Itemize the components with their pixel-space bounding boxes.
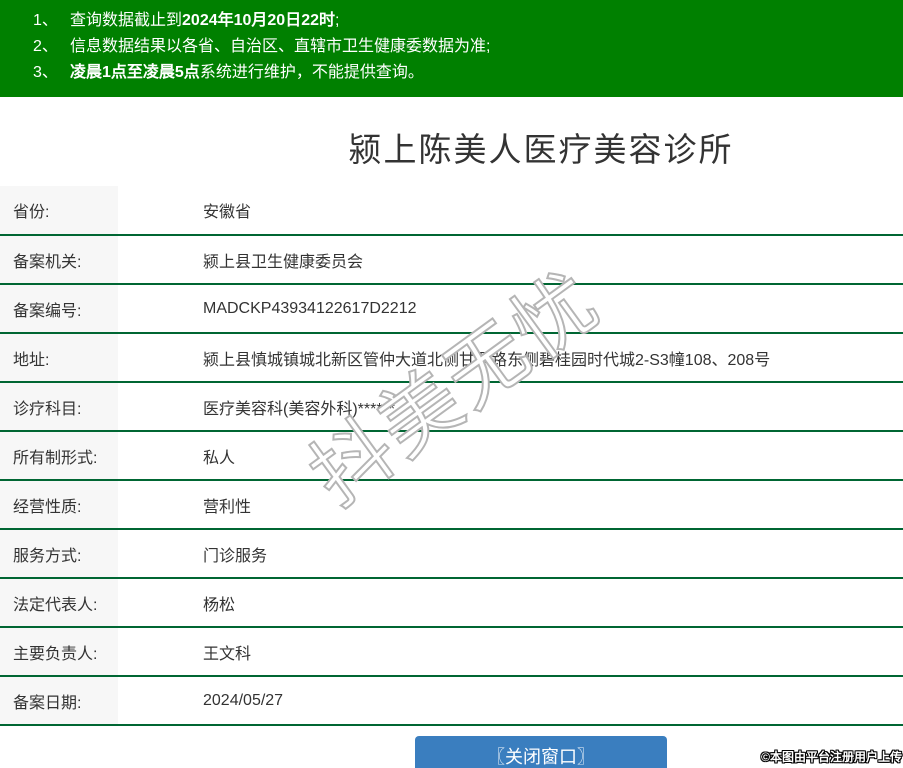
table-row: 诊疗科目: 医疗美容科(美容外科)****** [0, 382, 903, 431]
row-label-filing-authority: 备案机关: [0, 235, 118, 284]
table-row: 主要负责人: 王文科 [0, 627, 903, 676]
row-label-ownership-form: 所有制形式: [0, 431, 118, 480]
table-row: 所有制形式: 私人 [0, 431, 903, 480]
row-value-service-mode: 门诊服务 [203, 547, 268, 565]
row-label-address: 地址: [0, 333, 118, 382]
table-row: 备案日期: 2024/05/27 [0, 676, 903, 725]
notice-line-1: 1、 查询数据截止到2024年10月20日22时; [33, 8, 903, 34]
row-value-treatment-subjects: 医疗美容科(美容外科)****** [203, 400, 396, 418]
notice-text: 信息数据结果以各省、自治区、直辖市卫生健康委数据为准; [70, 38, 491, 55]
row-label-service-mode: 服务方式: [0, 529, 118, 578]
table-row: 省份: 安徽省 [0, 186, 903, 235]
table-row: 地址: 颍上县慎城镇城北新区管仲大道北侧甘罗路东侧碧桂园时代城2-S3幢108、… [0, 333, 903, 382]
row-value-legal-representative: 杨松 [203, 596, 236, 614]
row-value-filing-authority: 颍上县卫生健康委员会 [203, 253, 364, 271]
row-label-business-nature: 经营性质: [0, 480, 118, 529]
table-row: 法定代表人: 杨松 [0, 578, 903, 627]
row-label-legal-representative: 法定代表人: [0, 578, 118, 627]
row-label-province: 省份: [0, 186, 118, 235]
institution-info-table: 省份: 安徽省 备案机关: 颍上县卫生健康委员会 备案编号: MADCKP439… [0, 186, 903, 726]
row-label-main-person-in-charge: 主要负责人: [0, 627, 118, 676]
row-value-filing-number: MADCKP43934122617D2212 [203, 299, 417, 317]
table-row: 服务方式: 门诊服务 [0, 529, 903, 578]
row-value-business-nature: 营利性 [203, 498, 252, 516]
notice-line-2: 2、 信息数据结果以各省、自治区、直辖市卫生健康委数据为准; [33, 34, 903, 60]
notice-number: 3、 [33, 64, 58, 81]
upload-credit: ©本图由平台注册用户上传 [761, 750, 902, 764]
notice-banner: 1、 查询数据截止到2024年10月20日22时; 2、 信息数据结果以各省、自… [0, 0, 903, 97]
row-label-filing-date: 备案日期: [0, 676, 118, 725]
page-container: 1、 查询数据截止到2024年10月20日22时; 2、 信息数据结果以各省、自… [0, 0, 903, 768]
row-value-main-person-in-charge: 王文科 [203, 645, 252, 663]
row-value-ownership-form: 私人 [203, 449, 236, 467]
notice-text: 查询数据截止到2024年10月20日22时; [70, 12, 340, 29]
row-value-address: 颍上县慎城镇城北新区管仲大道北侧甘罗路东侧碧桂园时代城2-S3幢108、208号 [203, 351, 771, 369]
table-row: 备案机关: 颍上县卫生健康委员会 [0, 235, 903, 284]
notice-line-3: 3、 凌晨1点至凌晨5点系统进行维护，不能提供查询。 [33, 60, 903, 86]
row-value-province: 安徽省 [203, 204, 252, 221]
row-label-filing-number: 备案编号: [0, 284, 118, 333]
row-label-treatment-subjects: 诊疗科目: [0, 382, 118, 431]
close-window-button[interactable]: 〖关闭窗口〗 [415, 736, 667, 768]
row-value-filing-date: 2024/05/27 [203, 691, 284, 709]
page-title: 颍上陈美人医疗美容诊所 [348, 131, 734, 168]
table-row: 备案编号: MADCKP43934122617D2212 [0, 284, 903, 333]
table-row: 经营性质: 营利性 [0, 480, 903, 529]
notice-number: 2、 [33, 38, 58, 55]
notice-number: 1、 [33, 12, 58, 29]
notice-text: 凌晨1点至凌晨5点系统进行维护，不能提供查询。 [70, 64, 424, 81]
